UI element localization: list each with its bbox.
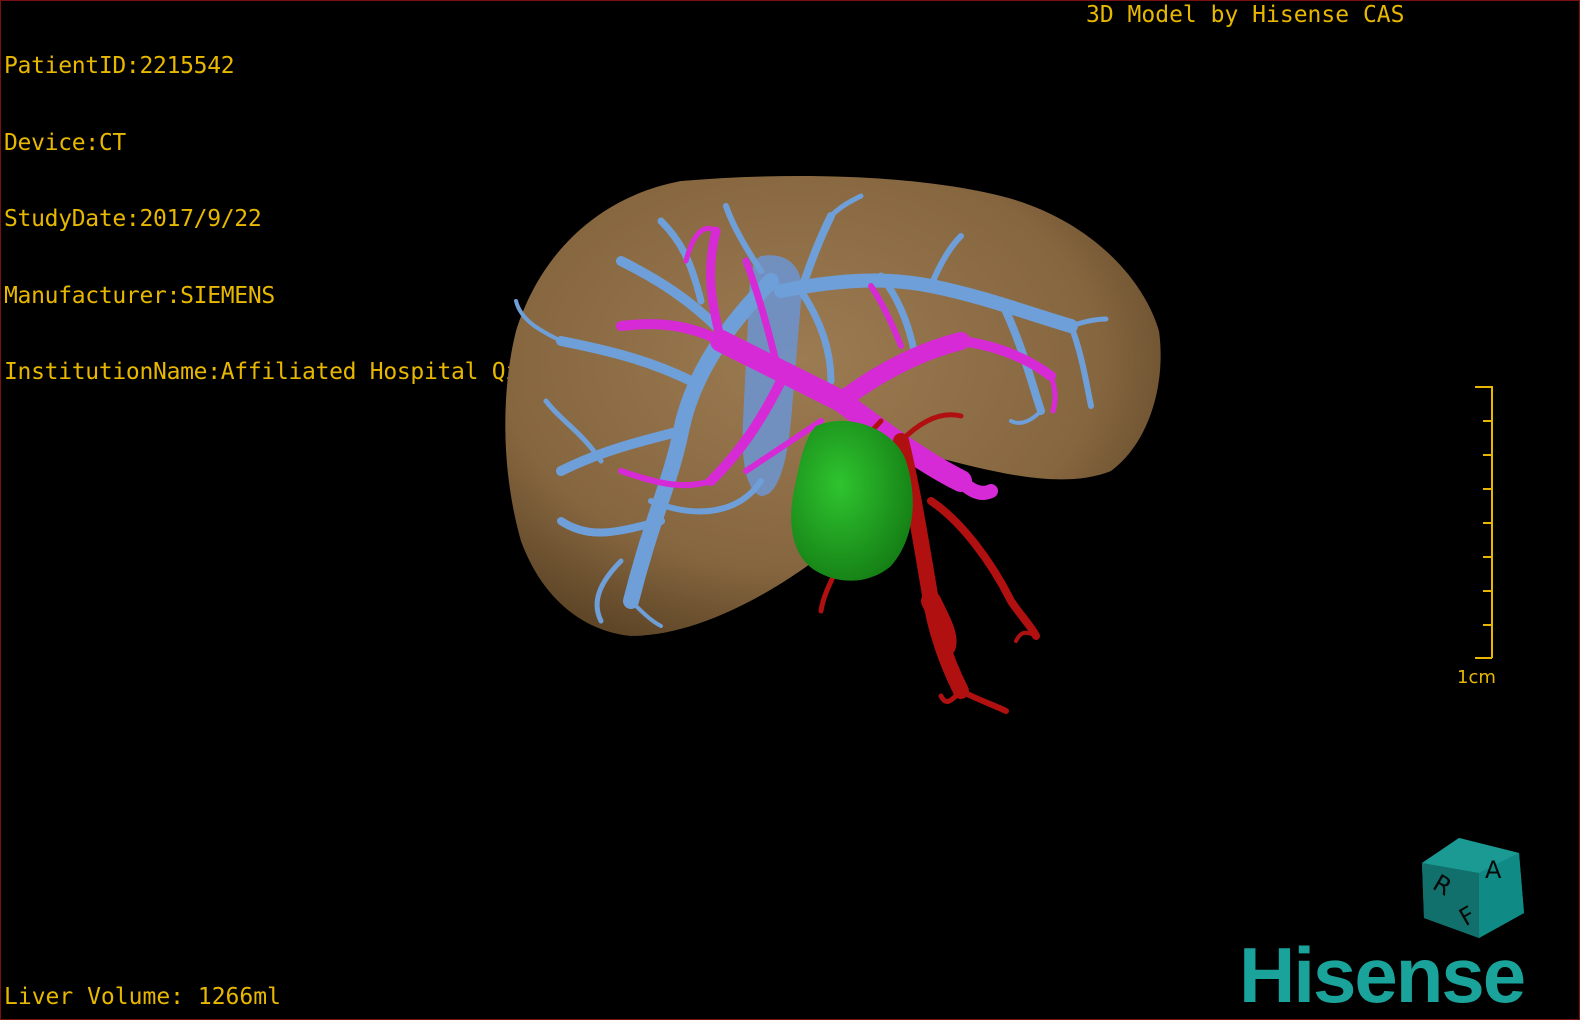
liver-volume-text: Liver Volume: 1266ml: [4, 984, 281, 1010]
hisense-logo: Hisense: [1239, 931, 1526, 1019]
3d-viewport[interactable]: PatientID:2215542 Device:CT StudyDate:20…: [0, 0, 1580, 1020]
scale-label: 1cm: [1457, 667, 1496, 688]
liver-3d-model[interactable]: [1, 1, 1580, 1020]
scale-bar: [1475, 386, 1493, 659]
orientation-cube-icon[interactable]: A R F: [1419, 833, 1529, 943]
gallbladder: [791, 420, 913, 581]
cube-label-a: A: [1485, 856, 1502, 884]
